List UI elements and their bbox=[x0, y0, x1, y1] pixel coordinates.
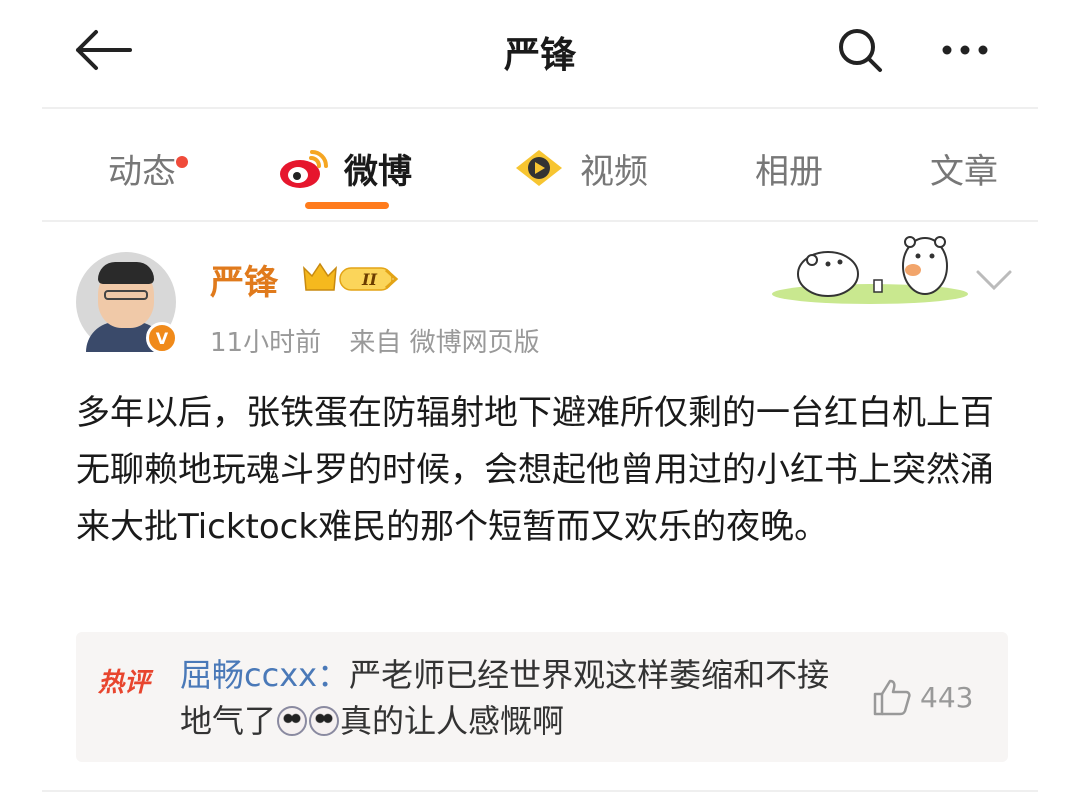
svg-text:II: II bbox=[361, 270, 377, 289]
hot-comment[interactable]: 热评 屈畅ccxx：严老师已经世界观这样萎缩和不接地气了 真的让人感慨啊 443 bbox=[76, 632, 1008, 762]
tab-album[interactable]: 相册 bbox=[755, 138, 823, 198]
video-icon bbox=[512, 146, 566, 190]
decorative-sticker bbox=[770, 222, 970, 312]
chevron-down-icon bbox=[976, 270, 1012, 291]
tab-articles[interactable]: 文章 bbox=[930, 138, 998, 198]
tab-label: 相册 bbox=[755, 151, 823, 192]
post-menu-button[interactable] bbox=[972, 262, 1016, 298]
search-icon bbox=[839, 29, 882, 72]
like-button[interactable]: 443 bbox=[872, 678, 973, 716]
commenter-name[interactable]: 屈畅ccxx bbox=[180, 656, 317, 694]
search-button[interactable] bbox=[830, 22, 890, 78]
notification-dot bbox=[176, 156, 188, 168]
panda-emoji-icon bbox=[309, 706, 340, 736]
like-count: 443 bbox=[920, 680, 974, 714]
hot-comment-label: 热评 bbox=[98, 668, 151, 698]
page-title: 严锋 bbox=[503, 35, 576, 76]
tab-label: 动态 bbox=[108, 151, 176, 192]
more-button[interactable] bbox=[935, 22, 995, 78]
avatar-hair bbox=[98, 262, 154, 284]
tab-label: 微博 bbox=[344, 151, 412, 192]
post-meta: 11小时前 来自 微博网页版 bbox=[210, 322, 560, 359]
post-source: 来自 微博网页版 bbox=[349, 328, 540, 358]
top-bar: 严锋 bbox=[0, 0, 1080, 106]
thumbs-up-icon bbox=[873, 679, 911, 716]
tab-label: 视频 bbox=[580, 151, 648, 192]
panda-emoji-icon bbox=[277, 706, 308, 736]
comment-text-after: 真的让人感慨啊 bbox=[340, 702, 565, 740]
tab-label: 文章 bbox=[930, 151, 998, 192]
vip-crown-icon[interactable]: II bbox=[300, 260, 400, 300]
verified-icon: V bbox=[146, 322, 178, 354]
commenter-separator: ： bbox=[317, 656, 350, 694]
tab-weibo[interactable]: 微博 bbox=[278, 138, 412, 198]
active-tab-indicator bbox=[305, 202, 389, 209]
avatar-glasses bbox=[104, 290, 148, 300]
divider bbox=[42, 107, 1038, 109]
tab-dynamics[interactable]: 动态 bbox=[108, 138, 188, 198]
divider bbox=[42, 790, 1038, 792]
weibo-logo-icon bbox=[278, 146, 330, 190]
post-time: 11小时前 bbox=[210, 328, 322, 358]
more-icon bbox=[942, 45, 988, 55]
tab-video[interactable]: 视频 bbox=[512, 138, 648, 198]
profile-tabs: 动态 微博 视频 相册 文章 bbox=[0, 118, 1080, 218]
post-author[interactable]: 严锋 bbox=[210, 255, 278, 304]
post-body: 多年以后，张铁蛋在防辐射地下避难所仅剩的一台红白机上百无聊赖地玩魂斗罗的时候，会… bbox=[76, 393, 994, 547]
hot-comment-text: 屈畅ccxx：严老师已经世界观这样萎缩和不接地气了 真的让人感慨啊 bbox=[180, 652, 860, 744]
